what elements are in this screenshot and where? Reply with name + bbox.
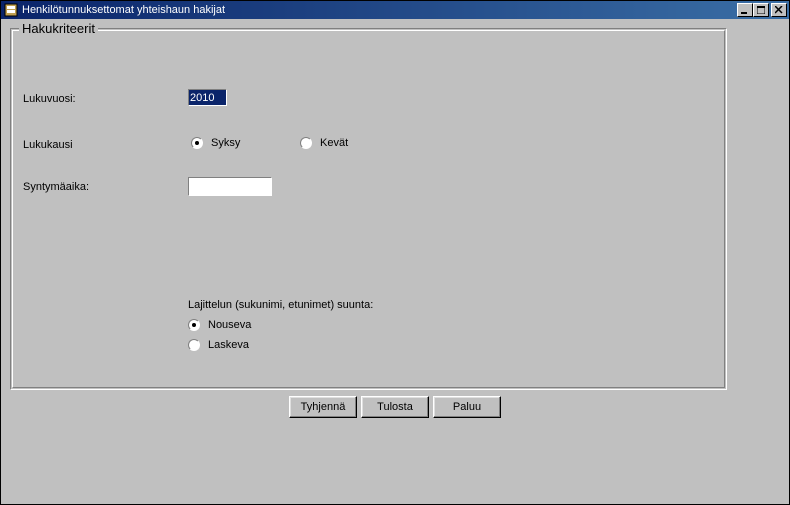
- radio-label-laskeva: Laskeva: [208, 339, 249, 351]
- client-area: Hakukriteerit Lukuvuosi: Lukukausi Syksy…: [2, 20, 788, 503]
- radio-icon: [188, 339, 200, 351]
- lukuvuosi-input[interactable]: [189, 90, 226, 105]
- titlebar: Henkilötunnuksettomat yhteishaun hakijat: [1, 1, 789, 19]
- radio-label-kevat: Kevät: [320, 137, 348, 149]
- lukuvuosi-field-wrap: [188, 89, 227, 106]
- radio-syksy[interactable]: Syksy: [191, 137, 240, 149]
- radio-icon: [300, 137, 312, 149]
- tyhjenna-button[interactable]: Tyhjennä: [289, 396, 357, 418]
- system-menu-icon[interactable]: [3, 2, 19, 18]
- button-row: Tyhjennä Tulosta Paluu: [2, 396, 788, 418]
- tulosta-button[interactable]: Tulosta: [361, 396, 429, 418]
- syntymaaika-input[interactable]: [188, 177, 272, 196]
- radio-icon: [188, 319, 200, 331]
- label-syntymaaika: Syntymäaika:: [23, 181, 89, 193]
- radio-kevat[interactable]: Kevät: [300, 137, 348, 149]
- paluu-button[interactable]: Paluu: [433, 396, 501, 418]
- label-lukuvuosi: Lukuvuosi:: [23, 93, 76, 105]
- radio-laskeva[interactable]: Laskeva: [188, 339, 249, 351]
- label-lukukausi: Lukukausi: [23, 139, 73, 151]
- radio-label-syksy: Syksy: [211, 137, 240, 149]
- window-title: Henkilötunnuksettomat yhteishaun hakijat: [22, 4, 737, 16]
- minimize-button[interactable]: [737, 3, 753, 17]
- group-legend: Hakukriteerit: [19, 21, 98, 36]
- radio-icon: [191, 137, 203, 149]
- sort-title: Lajittelun (sukunimi, etunimet) suunta:: [188, 299, 373, 311]
- window-controls: [737, 3, 789, 17]
- close-button[interactable]: [771, 3, 787, 17]
- window: Henkilötunnuksettomat yhteishaun hakijat…: [0, 0, 790, 505]
- maximize-button[interactable]: [753, 3, 769, 17]
- radio-nouseva[interactable]: Nouseva: [188, 319, 251, 331]
- criteria-group: Hakukriteerit Lukuvuosi: Lukukausi Syksy…: [10, 28, 727, 390]
- radio-label-nouseva: Nouseva: [208, 319, 251, 331]
